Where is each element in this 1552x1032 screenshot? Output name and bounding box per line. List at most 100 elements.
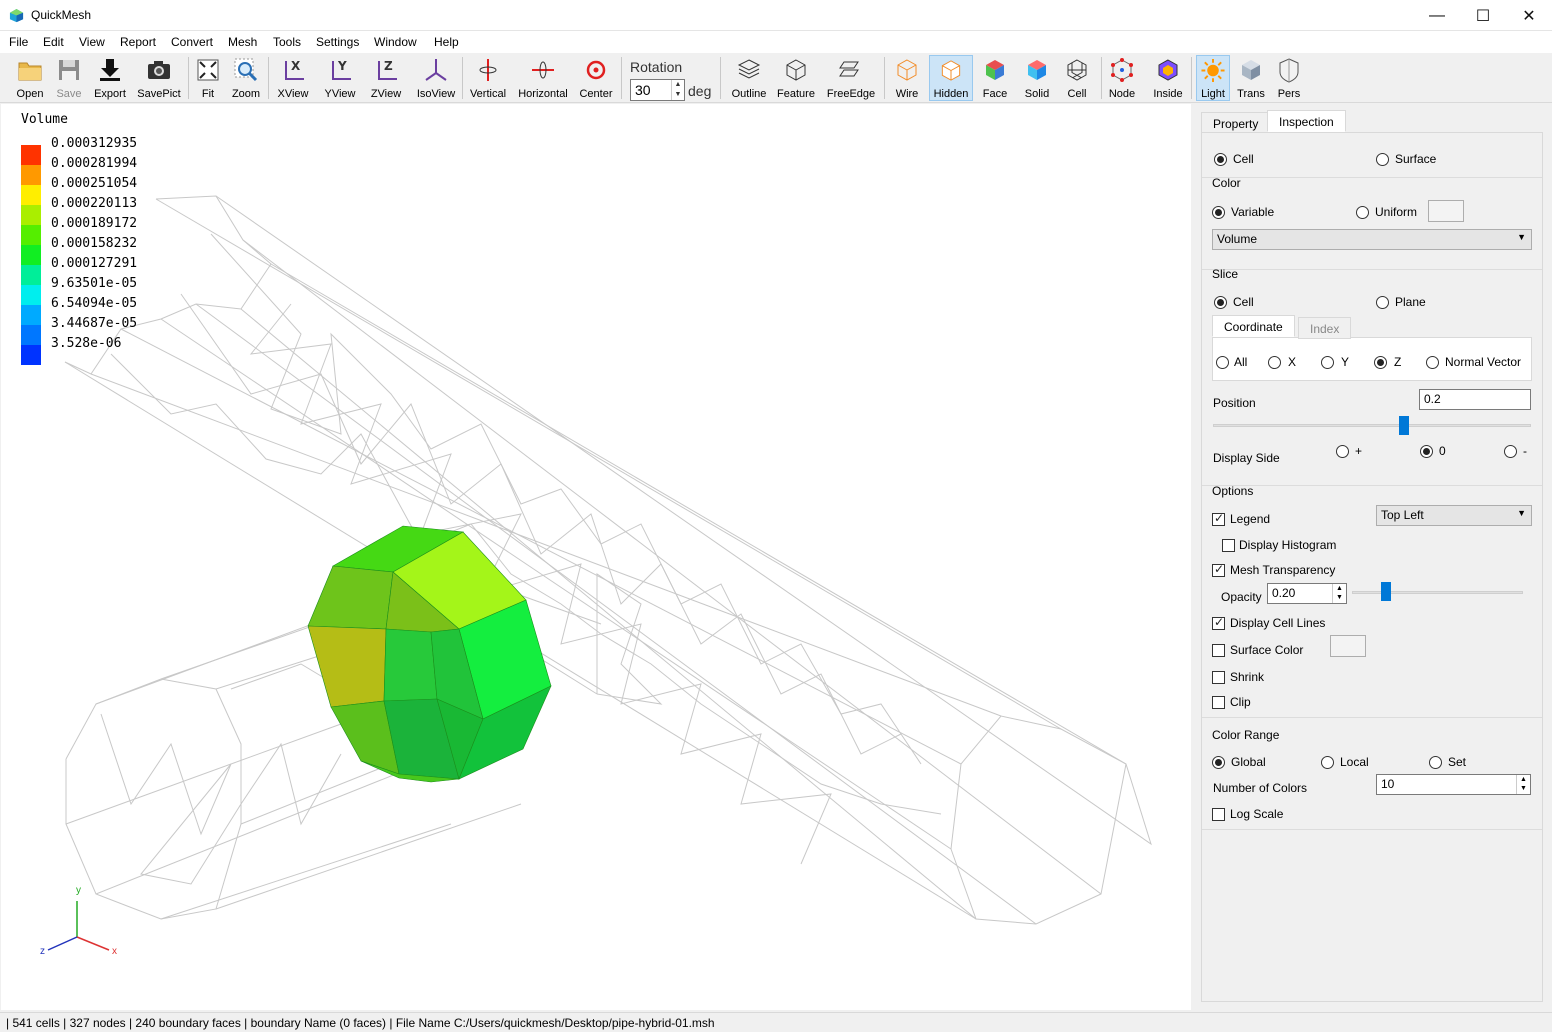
uniform-color-button[interactable] — [1428, 200, 1464, 222]
legend-label: Legend — [1230, 512, 1271, 526]
toolbar-separator — [462, 57, 463, 99]
range-local-label: Local — [1340, 755, 1369, 769]
xview-button[interactable]: X XView — [275, 55, 311, 101]
range-global-radio[interactable] — [1212, 756, 1225, 769]
side-zero-radio[interactable] — [1420, 445, 1433, 458]
face-button[interactable]: Face — [980, 55, 1010, 101]
opacity-spinner[interactable]: ▲ ▼ — [1332, 584, 1346, 603]
legend-position-select[interactable]: Top Left ▼ — [1376, 505, 1532, 526]
mesh-transparency-checkbox[interactable] — [1212, 562, 1225, 577]
face-label: Face — [982, 88, 1008, 100]
rotation-spinner[interactable]: ▲ ▼ — [671, 80, 684, 100]
menu-settings[interactable]: Settings — [316, 35, 359, 49]
position-input[interactable]: 0.2 — [1419, 389, 1531, 410]
freeedge-button[interactable]: FreeEdge — [826, 55, 876, 101]
legend-value: 0.000251054 — [51, 176, 138, 191]
menu-help[interactable]: Help — [434, 35, 459, 49]
feature-button[interactable]: Feature — [776, 55, 816, 101]
coord-all-radio[interactable] — [1216, 356, 1229, 369]
legend-value: 0.000189172 — [51, 216, 138, 231]
coord-y-radio[interactable] — [1321, 356, 1334, 369]
side-plus-radio[interactable] — [1336, 445, 1349, 458]
light-button[interactable]: Light — [1196, 55, 1230, 101]
display-cell-lines-checkbox[interactable] — [1212, 615, 1225, 630]
toolbar: Open Save Export SavePict Fit Zoom X XVi… — [0, 53, 1552, 103]
hidden-button[interactable]: Hidden — [929, 55, 973, 101]
zview-button[interactable]: Z ZView — [368, 55, 404, 101]
range-local-radio[interactable] — [1321, 756, 1334, 769]
divider — [1202, 269, 1542, 270]
freeedge-label: FreeEdge — [826, 88, 876, 100]
legend-swatch — [21, 305, 41, 325]
shrink-checkbox[interactable] — [1212, 671, 1225, 684]
opacity-input[interactable]: 0.20 ▲ ▼ — [1267, 583, 1347, 604]
range-set-radio[interactable] — [1429, 756, 1442, 769]
coord-normal-radio[interactable] — [1426, 356, 1439, 369]
menu-file[interactable]: File — [9, 35, 28, 49]
isoview-button[interactable]: IsoView — [414, 55, 458, 101]
legend-checkbox[interactable] — [1212, 511, 1225, 526]
yview-button[interactable]: Y YView — [322, 55, 358, 101]
display-histogram-checkbox[interactable] — [1222, 539, 1235, 552]
mesh-viewport[interactable]: y x z Volume 0.000312935 0.000281994 0.000… — [1, 104, 1191, 1010]
slice-cell-radio[interactable] — [1214, 296, 1227, 309]
maximize-button[interactable]: ☐ — [1460, 0, 1506, 31]
color-variable-select[interactable]: Volume ▼ — [1212, 229, 1532, 250]
pers-button[interactable]: Pers — [1275, 55, 1303, 101]
legend-value: 0.000312935 — [51, 136, 138, 151]
subtab-index[interactable]: Index — [1298, 317, 1352, 339]
position-slider-track[interactable] — [1213, 424, 1531, 427]
close-button[interactable]: ✕ — [1506, 0, 1552, 31]
menu-view[interactable]: View — [79, 35, 105, 49]
zoom-label: Zoom — [231, 88, 261, 100]
save-button[interactable]: Save — [52, 55, 86, 101]
rotation-input[interactable]: 30 ▲ ▼ — [630, 79, 685, 101]
outline-button[interactable]: Outline — [730, 55, 768, 101]
position-slider-thumb[interactable] — [1398, 416, 1409, 435]
inside-button[interactable]: Inside — [1150, 55, 1186, 101]
color-uniform-radio[interactable] — [1356, 206, 1369, 219]
menu-edit[interactable]: Edit — [43, 35, 64, 49]
camera-icon — [148, 61, 170, 79]
menu-convert[interactable]: Convert — [171, 35, 213, 49]
mode-surface-radio[interactable] — [1376, 153, 1389, 166]
opacity-slider-thumb[interactable] — [1381, 582, 1392, 601]
vertical-button[interactable]: Vertical — [468, 55, 508, 101]
color-variable-radio[interactable] — [1212, 206, 1225, 219]
log-scale-checkbox[interactable] — [1212, 808, 1225, 821]
shrink-label: Shrink — [1230, 670, 1265, 684]
tab-inspection[interactable]: Inspection — [1267, 110, 1346, 132]
node-button[interactable]: Node — [1106, 55, 1138, 101]
slice-plane-radio[interactable] — [1376, 296, 1389, 309]
center-button[interactable]: Center — [578, 55, 614, 101]
coord-z-radio[interactable] — [1374, 356, 1387, 369]
trans-button[interactable]: Trans — [1236, 55, 1266, 101]
menu-window[interactable]: Window — [374, 35, 417, 49]
clip-checkbox[interactable] — [1212, 696, 1225, 709]
num-colors-input[interactable]: 10 ▲ ▼ — [1376, 774, 1531, 795]
opacity-slider-track[interactable] — [1352, 591, 1523, 594]
open-button[interactable]: Open — [11, 55, 49, 101]
wire-button[interactable]: Wire — [891, 55, 923, 101]
menu-tools[interactable]: Tools — [273, 35, 301, 49]
surface-color-checkbox[interactable] — [1212, 644, 1225, 657]
horizontal-button[interactable]: Horizontal — [517, 55, 569, 101]
zoom-button[interactable]: Zoom — [229, 55, 263, 101]
mode-cell-radio[interactable] — [1214, 153, 1227, 166]
center-label: Center — [579, 88, 613, 100]
subtab-coordinate[interactable]: Coordinate — [1212, 315, 1295, 337]
num-colors-spinner[interactable]: ▲ ▼ — [1516, 775, 1530, 794]
side-minus-radio[interactable] — [1504, 445, 1517, 458]
coord-x-radio[interactable] — [1268, 356, 1281, 369]
tab-property[interactable]: Property — [1201, 112, 1271, 134]
minimize-button[interactable]: — — [1414, 0, 1460, 31]
savepict-button[interactable]: SavePict — [136, 55, 182, 101]
menu-report[interactable]: Report — [120, 35, 156, 49]
fit-button[interactable]: Fit — [194, 55, 222, 101]
menu-mesh[interactable]: Mesh — [228, 35, 257, 49]
solid-button[interactable]: Solid — [1022, 55, 1052, 101]
export-button[interactable]: Export — [90, 55, 130, 101]
surface-color-button[interactable] — [1330, 635, 1366, 657]
cell-button[interactable]: Cell — [1062, 55, 1092, 101]
slice-cell-label: Cell — [1233, 295, 1254, 309]
